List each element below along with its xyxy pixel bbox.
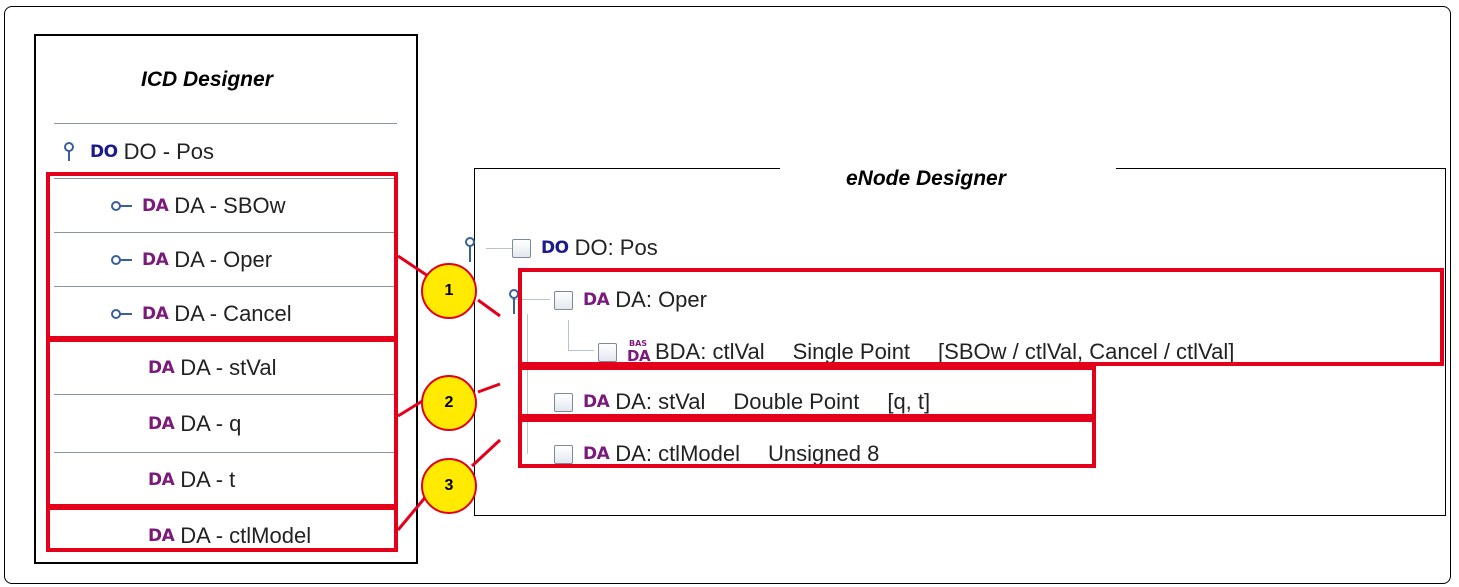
do-badge-icon: DO (90, 142, 118, 162)
do-badge-icon: DO (541, 238, 569, 258)
key-icon (465, 237, 475, 262)
enode-group-2-highlight (518, 366, 1096, 418)
enode-group-1-highlight (518, 268, 1444, 366)
tree-line (486, 248, 512, 249)
icd-row-do-pos[interactable]: DO DO - Pos (62, 134, 214, 170)
icd-group-1-highlight (46, 172, 398, 340)
icd-header-divider (54, 123, 397, 124)
enode-row-do-pos[interactable]: DO DO: Pos (512, 230, 658, 266)
icd-group-3-highlight (46, 506, 398, 552)
callout-1: 1 (421, 263, 477, 319)
enode-designer-title: eNode Designer (846, 167, 1006, 190)
key-icon (64, 142, 74, 161)
enode-group-3-highlight (518, 418, 1096, 468)
enode-row-label: DO: Pos (574, 235, 658, 260)
icd-row-label: DO - Pos (123, 139, 215, 164)
icd-group-2-highlight (46, 338, 398, 508)
callout-2: 2 (421, 375, 477, 431)
checkbox[interactable] (512, 238, 531, 258)
callout-3: 3 (421, 458, 477, 514)
icd-designer-title: ICD Designer (141, 68, 273, 91)
